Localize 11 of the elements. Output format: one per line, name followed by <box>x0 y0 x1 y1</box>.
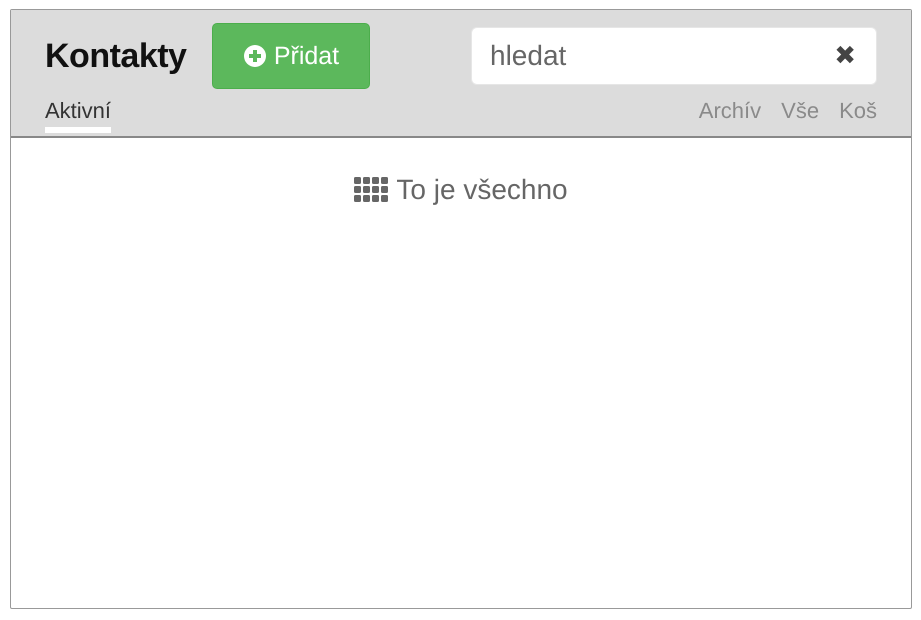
plus-circle-icon <box>244 45 266 67</box>
empty-message: To je všechno <box>396 174 568 206</box>
grid-icon <box>354 177 388 203</box>
page-title: Kontakty <box>45 36 186 76</box>
tab[interactable]: Koš <box>839 99 877 134</box>
tab[interactable]: Aktivní <box>45 99 112 134</box>
clear-button[interactable]: ✖ <box>834 43 856 69</box>
tab[interactable]: Vše <box>781 99 820 134</box>
tab[interactable]: Archív <box>698 99 762 134</box>
search-field[interactable]: hledat ✖ <box>471 27 877 85</box>
add-button[interactable]: Přidat <box>212 23 370 89</box>
